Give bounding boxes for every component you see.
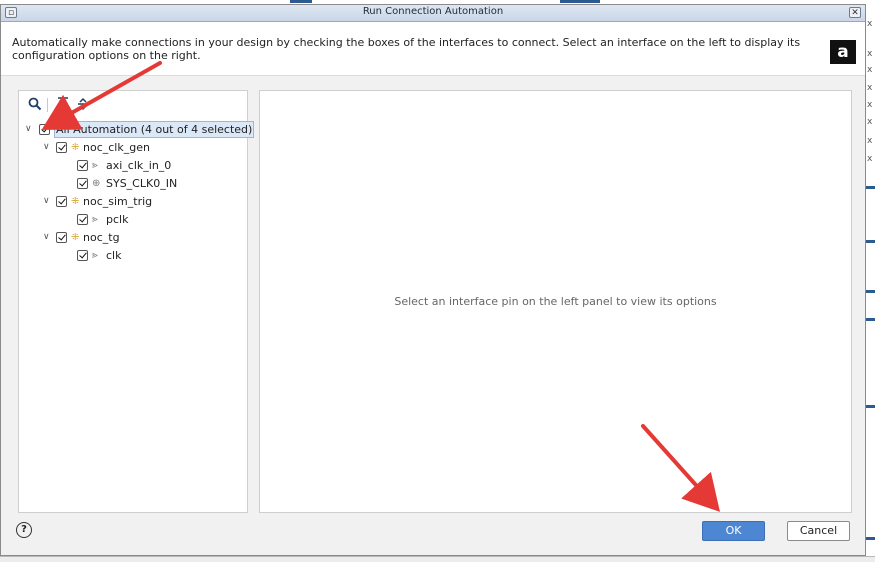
axi-clk-in-0-checkbox[interactable]	[77, 160, 88, 171]
tree-row-noc-sim-trig[interactable]: ∨ ⁜ noc_sim_trig	[43, 193, 243, 210]
close-icon[interactable]: ✕	[849, 7, 861, 18]
tree-row-noc-clk-gen[interactable]: ∨ ⁜ noc_clk_gen	[43, 139, 243, 156]
dialog-footer: ? OK Cancel	[1, 516, 865, 555]
noc-sim-trig-label[interactable]: noc_sim_trig	[83, 194, 152, 209]
options-hint: Select an interface pin on the left pane…	[394, 295, 717, 308]
background-bar	[290, 0, 312, 3]
background-app-edge: x x x x x x x x	[866, 0, 875, 561]
clock-pin-icon: ⪢	[92, 214, 98, 225]
chevron-down-icon[interactable]: ∨	[43, 141, 53, 153]
sys-clk0-in-checkbox[interactable]	[77, 178, 88, 189]
ok-button[interactable]: OK	[702, 521, 765, 541]
collapse-all-icon-svg	[58, 97, 68, 111]
noc-tg-label[interactable]: noc_tg	[83, 230, 120, 245]
pclk-checkbox[interactable]	[77, 214, 88, 225]
background-bottom-edge	[0, 556, 875, 562]
toolbar-separator	[47, 98, 48, 112]
all-automation-checkbox[interactable]	[39, 124, 50, 135]
title-bar: ▫ Run Connection Automation ✕	[1, 5, 865, 22]
ip-block-icon: ⁜	[71, 196, 80, 207]
axi-clk-in-0-label[interactable]: axi_clk_in_0	[106, 158, 171, 173]
cancel-button[interactable]: Cancel	[787, 521, 850, 541]
window-title: Run Connection Automation	[362, 6, 504, 17]
ip-block-icon: ⁜	[71, 142, 80, 153]
clk-label[interactable]: clk	[106, 248, 121, 263]
search-icon[interactable]	[27, 97, 43, 113]
options-panel: Select an interface pin on the left pane…	[259, 90, 852, 513]
ip-block-icon: ⁜	[71, 232, 80, 243]
chevron-down-icon[interactable]: ∨	[25, 123, 35, 135]
run-connection-automation-dialog: ▫ Run Connection Automation ✕ Automatica…	[0, 4, 866, 556]
tree-row-all-automation[interactable]: ∨ All Automation (4 out of 4 selected)	[25, 121, 255, 138]
tree-row-clk[interactable]: ⪢ clk	[77, 247, 237, 264]
tree-row-sys-clk0-in[interactable]: ⊕ SYS_CLK0_IN	[77, 175, 237, 192]
expand-all-icon[interactable]	[75, 97, 91, 113]
clk-checkbox[interactable]	[77, 250, 88, 261]
dialog-content: ∨ All Automation (4 out of 4 selected) ∨…	[1, 75, 865, 517]
tree-row-pclk[interactable]: ⪢ pclk	[77, 211, 237, 228]
noc-clk-gen-checkbox[interactable]	[56, 142, 67, 153]
noc-clk-gen-label[interactable]: noc_clk_gen	[83, 140, 150, 155]
amd-logo-icon: a	[830, 40, 856, 64]
chevron-down-icon[interactable]: ∨	[43, 231, 53, 243]
dialog-description: Automatically make connections in your d…	[12, 36, 801, 62]
all-automation-label[interactable]: All Automation (4 out of 4 selected)	[54, 121, 255, 138]
help-icon[interactable]: ?	[16, 522, 32, 538]
noc-tg-checkbox[interactable]	[56, 232, 67, 243]
sys-clk0-in-label[interactable]: SYS_CLK0_IN	[106, 176, 177, 191]
pclk-label[interactable]: pclk	[106, 212, 128, 227]
tree-row-noc-tg[interactable]: ∨ ⁜ noc_tg	[43, 229, 243, 246]
diff-clock-pin-icon: ⊕	[92, 178, 101, 189]
clock-pin-icon: ⪢	[92, 250, 98, 261]
tree-row-axi-clk-in-0[interactable]: ⪢ axi_clk_in_0	[77, 157, 237, 174]
clock-pin-icon: ⪢	[92, 160, 98, 171]
chevron-down-icon[interactable]: ∨	[43, 195, 53, 207]
collapse-all-icon[interactable]	[55, 97, 71, 113]
search-icon-svg	[28, 97, 42, 111]
noc-sim-trig-checkbox[interactable]	[56, 196, 67, 207]
interfaces-tree-panel: ∨ All Automation (4 out of 4 selected) ∨…	[18, 90, 255, 513]
background-bar	[560, 0, 600, 3]
expand-all-icon-svg	[78, 97, 88, 111]
